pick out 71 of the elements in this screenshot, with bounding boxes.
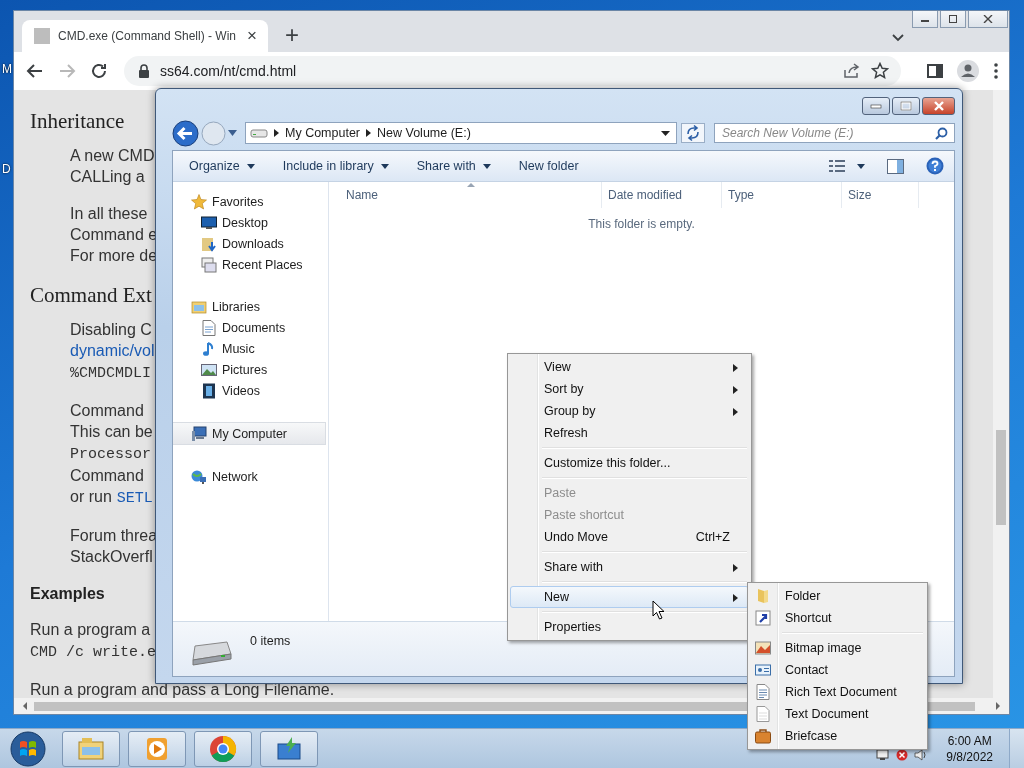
- body-text: Run a program a: [30, 621, 151, 638]
- empty-message: This folder is empty.: [587, 217, 696, 231]
- toolbar-button[interactable]: Include in library: [274, 155, 397, 177]
- text-link[interactable]: dynamic/vol: [70, 342, 155, 359]
- menu-item[interactable]: Text Document: [750, 703, 925, 725]
- breadcrumb-item[interactable]: My Computer: [285, 126, 361, 140]
- nav-item[interactable]: Documents: [173, 317, 326, 338]
- menu-item[interactable]: Group by: [510, 400, 749, 422]
- nav-item[interactable]: Libraries: [173, 296, 326, 317]
- menu-item[interactable]: View: [510, 356, 749, 378]
- browser-tab[interactable]: CMD.exe (Command Shell) - Win ×: [22, 20, 268, 52]
- column-header[interactable]: Size: [842, 182, 919, 208]
- menu-item[interactable]: Folder: [750, 585, 925, 607]
- body-text: Disabling C: [70, 321, 152, 338]
- body-text: or run: [70, 488, 112, 505]
- column-header[interactable]: Date modified: [602, 182, 722, 208]
- code-link[interactable]: SETL: [116, 490, 153, 507]
- section-heading: Inheritance: [30, 109, 125, 133]
- body-text: CALLing a: [70, 168, 145, 185]
- body-text: Command: [70, 402, 144, 419]
- body-text: StackOverfl: [70, 548, 153, 565]
- menu-item[interactable]: Properties: [510, 616, 749, 638]
- code-text: CMD /c write.e: [30, 644, 156, 661]
- menu-item[interactable]: Shortcut: [750, 607, 925, 629]
- tab-title: CMD.exe (Command Shell) - Win: [57, 29, 236, 43]
- body-text: In all these: [70, 205, 148, 222]
- clock-date: 9/8/2022: [946, 748, 993, 765]
- body-text: This can be: [70, 423, 153, 440]
- breadcrumb-item[interactable]: New Volume (E:): [377, 126, 471, 140]
- body-text: Command: [70, 467, 144, 484]
- new-tab-button[interactable]: +: [278, 21, 306, 49]
- nav-item[interactable]: Desktop: [173, 212, 326, 233]
- menu-item[interactable]: Sort by: [510, 378, 749, 400]
- body-text: A new CMD: [70, 147, 155, 164]
- menu-item[interactable]: Share with: [510, 556, 749, 578]
- section-heading: Command Ext: [30, 283, 152, 307]
- menu-item[interactable]: Bitmap image: [750, 637, 925, 659]
- section-heading: Examples: [30, 585, 105, 602]
- menu-item[interactable]: Contact: [750, 659, 925, 681]
- menu-item[interactable]: Customize this folder...: [510, 452, 749, 474]
- menu-item[interactable]: Briefcase: [750, 725, 925, 747]
- code-text: Processor: [70, 446, 151, 463]
- shortcut-text: Ctrl+Z: [695, 530, 730, 544]
- desktop-icon-label[interactable]: D: [2, 162, 11, 176]
- nav-item[interactable]: Recent Places: [173, 254, 326, 275]
- menu-item[interactable]: Rich Text Document: [750, 681, 925, 703]
- nav-item[interactable]: My Computer: [173, 422, 326, 445]
- desktop-icon-label[interactable]: M: [2, 62, 12, 76]
- nav-item[interactable]: Downloads: [173, 233, 326, 254]
- nav-item[interactable]: Favorites: [173, 191, 326, 212]
- nav-item[interactable]: Pictures: [173, 359, 326, 380]
- search-field[interactable]: Search New Volume (E:): [714, 123, 955, 143]
- nav-item[interactable]: Network: [173, 466, 326, 487]
- item-count: 0 items: [250, 634, 291, 648]
- url-text: ss64.com/nt/cmd.html: [160, 63, 298, 79]
- clock[interactable]: 6:00 AM 9/8/2022: [946, 732, 993, 765]
- address-bar[interactable]: My Computer New Volume (E:): [245, 122, 677, 144]
- toolbar-button[interactable]: Share with: [408, 155, 499, 177]
- menu-item[interactable]: New: [510, 586, 749, 608]
- column-header[interactable]: Type: [722, 182, 842, 208]
- address-bar[interactable]: ss64.com/nt/cmd.html: [124, 56, 901, 86]
- close-tab-button[interactable]: ×: [244, 28, 260, 44]
- code-text: %CMDCMDLI: [70, 365, 151, 382]
- nav-item[interactable]: Music: [173, 338, 326, 359]
- clock-time: 6:00 AM: [947, 732, 992, 749]
- body-text: Run a program and pass a Long Filename.: [29, 682, 335, 698]
- toolbar-button[interactable]: Organize: [181, 155, 263, 177]
- menu-item[interactable]: Undo Move Ctrl+Z: [510, 526, 749, 548]
- nav-item[interactable]: Videos: [173, 380, 326, 401]
- menu-item[interactable]: Refresh: [510, 422, 749, 444]
- toolbar-button[interactable]: New folder: [510, 155, 587, 177]
